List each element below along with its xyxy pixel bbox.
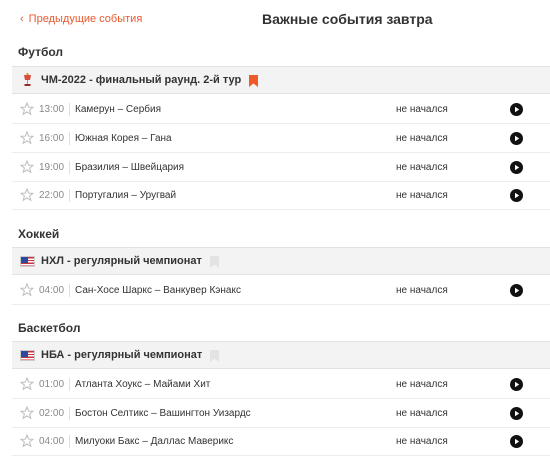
match-teams: Сан-Хосе Шаркс – Ванкувер Кэнакс xyxy=(75,284,241,296)
league-name: ЧМ-2022 - финальный раунд. 2-й тур xyxy=(41,74,242,86)
previous-events-link[interactable]: ‹ Предыдущие события xyxy=(20,13,142,25)
previous-events-label: Предыдущие события xyxy=(28,13,143,25)
league-name: НХЛ - регулярный чемпионат xyxy=(41,255,202,267)
play-icon[interactable] xyxy=(510,132,523,145)
match-row[interactable]: 16:00 Южная Корея – Гана не начался xyxy=(12,124,550,153)
page-title: Важные события завтра xyxy=(262,11,433,27)
match-row[interactable]: 04:00 Сан-Хосе Шаркс – Ванкувер Кэнакс н… xyxy=(12,276,550,305)
match-status: не начался xyxy=(396,132,448,144)
match-status: не начался xyxy=(396,103,448,115)
divider xyxy=(69,161,70,174)
match-time: 19:00 xyxy=(39,161,65,173)
bookmark-icon[interactable] xyxy=(209,255,219,268)
match-row[interactable]: 04:00 Милуоки Бакс – Даллас Маверикс не … xyxy=(12,427,550,456)
star-icon[interactable] xyxy=(19,159,35,174)
league-header-nba[interactable]: НБА - регулярный чемпионат xyxy=(12,341,550,369)
page-header: ‹ Предыдущие события Важные события завт… xyxy=(0,0,550,40)
match-time: 16:00 xyxy=(39,132,65,144)
match-row[interactable]: 13:00 Камерун – Сербия не начался xyxy=(12,95,550,124)
star-icon[interactable] xyxy=(19,130,35,145)
play-icon[interactable] xyxy=(510,161,523,174)
match-time: 01:00 xyxy=(39,378,65,390)
match-time: 04:00 xyxy=(39,435,65,447)
usa-flag-icon xyxy=(20,255,35,267)
sport-title-basketball: Баскетбол xyxy=(18,321,81,335)
match-teams: Португалия – Уругвай xyxy=(75,189,177,201)
match-status: не начался xyxy=(396,189,448,201)
divider xyxy=(69,189,70,202)
match-row[interactable]: 22:00 Португалия – Уругвай не начался xyxy=(12,181,550,210)
play-icon[interactable] xyxy=(510,189,523,202)
usa-flag-icon xyxy=(20,349,35,361)
divider xyxy=(69,132,70,145)
divider xyxy=(69,435,70,448)
league-header-nhl[interactable]: НХЛ - регулярный чемпионат xyxy=(12,247,550,275)
match-teams: Бостон Селтикс – Вашингтон Уизардс xyxy=(75,407,251,419)
star-icon[interactable] xyxy=(19,405,35,420)
match-teams: Камерун – Сербия xyxy=(75,103,161,115)
sport-title-football: Футбол xyxy=(18,45,64,59)
sport-title-hockey: Хоккей xyxy=(18,227,60,241)
match-time: 02:00 xyxy=(39,407,65,419)
match-row[interactable]: 02:00 Бостон Селтикс – Вашингтон Уизардс… xyxy=(12,399,550,428)
play-icon[interactable] xyxy=(510,435,523,448)
match-status: не начался xyxy=(396,378,448,390)
play-icon[interactable] xyxy=(510,407,523,420)
match-time: 22:00 xyxy=(39,189,65,201)
bookmark-icon[interactable] xyxy=(249,74,259,87)
star-icon[interactable] xyxy=(19,376,35,391)
chevron-left-icon: ‹ xyxy=(20,12,24,25)
match-row[interactable]: 01:00 Атланта Хоукс – Майами Хит не нача… xyxy=(12,370,550,399)
match-time: 04:00 xyxy=(39,284,65,296)
bookmark-icon[interactable] xyxy=(210,349,220,362)
match-status: не начался xyxy=(396,161,448,173)
play-icon[interactable] xyxy=(510,378,523,391)
star-icon[interactable] xyxy=(19,282,35,297)
star-icon[interactable] xyxy=(19,187,35,202)
divider xyxy=(69,407,70,420)
match-teams: Бразилия – Швейцария xyxy=(75,161,185,173)
match-row[interactable]: 19:00 Бразилия – Швейцария не начался xyxy=(12,153,550,182)
match-status: не начался xyxy=(396,407,448,419)
divider xyxy=(69,284,70,297)
star-icon[interactable] xyxy=(19,101,35,116)
trophy-icon xyxy=(23,73,32,87)
match-teams: Милуоки Бакс – Даллас Маверикс xyxy=(75,435,234,447)
match-status: не начался xyxy=(396,435,448,447)
match-teams: Южная Корея – Гана xyxy=(75,132,172,144)
play-icon[interactable] xyxy=(510,284,523,297)
match-status: не начался xyxy=(396,284,448,296)
divider xyxy=(69,103,70,116)
play-icon[interactable] xyxy=(510,103,523,116)
match-teams: Атланта Хоукс – Майами Хит xyxy=(75,378,211,390)
league-name: НБА - регулярный чемпионат xyxy=(41,349,203,361)
match-time: 13:00 xyxy=(39,103,65,115)
league-header-wc2022[interactable]: ЧМ-2022 - финальный раунд. 2-й тур xyxy=(12,66,550,94)
star-icon[interactable] xyxy=(19,433,35,448)
divider xyxy=(69,378,70,391)
